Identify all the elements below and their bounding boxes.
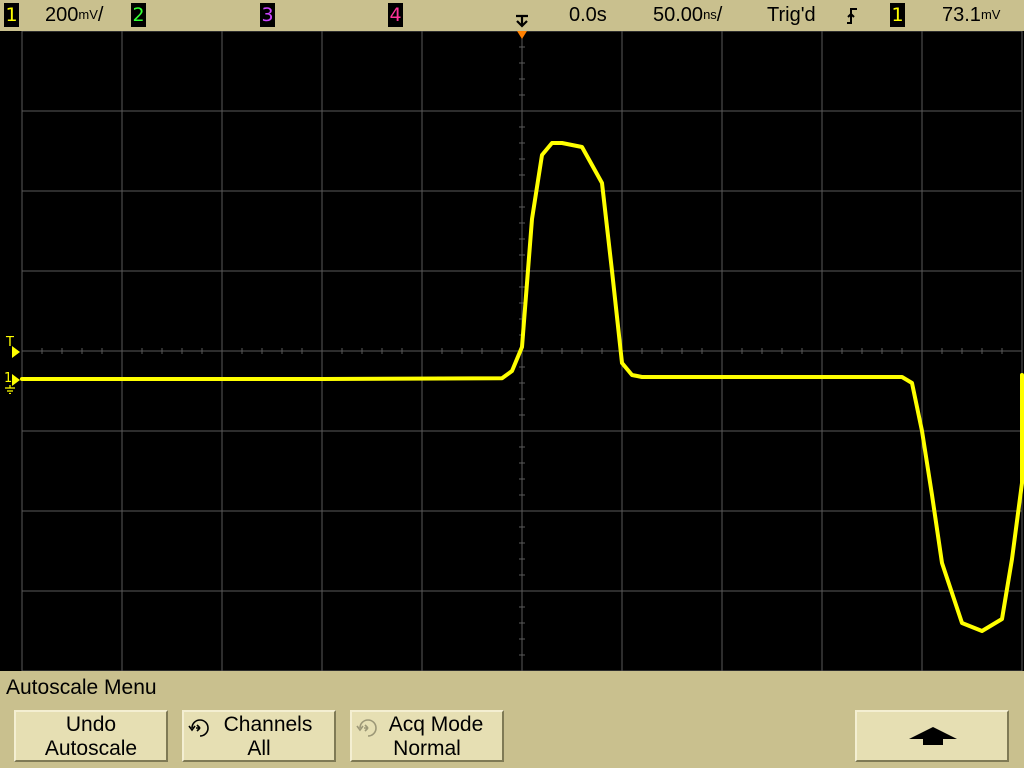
trigger-level-marker[interactable]: T — [4, 335, 22, 359]
timebase: 50.00ns/ — [653, 3, 722, 27]
acq-mode-line2: Normal — [393, 737, 461, 760]
channels-all-line2: All — [247, 737, 271, 760]
ground-symbol-icon — [5, 385, 15, 394]
undo-autoscale-line1: Undo — [65, 713, 117, 736]
channel-1-badge[interactable]: 1 — [4, 3, 19, 27]
undo-autoscale-line2: Autoscale — [44, 737, 138, 760]
trigger-position-icon — [516, 14, 528, 28]
timebase-suffix: / — [716, 4, 723, 26]
waveform-display[interactable] — [0, 30, 1024, 672]
channel-1-scale: 200mV/ — [45, 3, 103, 27]
trigger-level: 73.1mV — [942, 3, 1000, 27]
channel-3-badge[interactable]: 3 — [260, 3, 275, 27]
channel-2-badge[interactable]: 2 — [131, 3, 146, 27]
trigger-level-value: 73.1 — [942, 4, 981, 26]
channel-1-scale-value: 200 — [45, 4, 79, 26]
rising-edge-icon — [847, 8, 857, 24]
trigger-source-badge[interactable]: 1 — [890, 3, 905, 27]
trigger-level-arrow-icon — [12, 346, 20, 358]
channel-1-scale-suffix: / — [97, 4, 104, 26]
timebase-unit: ns — [703, 7, 717, 22]
waveform-graticule — [20, 30, 1024, 672]
undo-autoscale-button[interactable]: Undo Autoscale — [14, 710, 168, 762]
up-arrow-icon — [909, 727, 957, 745]
menu-up-button[interactable] — [855, 710, 1009, 762]
menu-title: Autoscale Menu — [6, 676, 157, 699]
channel-4-badge[interactable]: 4 — [388, 3, 403, 27]
status-bar: 1 200mV/ 2 3 4 0.0s 50.00ns/ Trig'd 1 73… — [0, 0, 1024, 31]
rotate-knob-disabled-icon — [356, 719, 377, 737]
acq-mode-button: Acq Mode Normal — [350, 710, 504, 762]
channel-1-scale-unit: mV — [78, 7, 98, 22]
rotate-knob-icon — [188, 719, 209, 737]
channel-1-ground-marker[interactable]: 1 — [2, 370, 22, 396]
timebase-value: 50.00 — [653, 4, 704, 26]
trigger-status: Trig'd — [767, 4, 816, 26]
channels-all-button[interactable]: Channels All — [182, 710, 336, 762]
trigger-level-unit: mV — [980, 7, 1001, 22]
time-position: 0.0s — [569, 4, 607, 26]
